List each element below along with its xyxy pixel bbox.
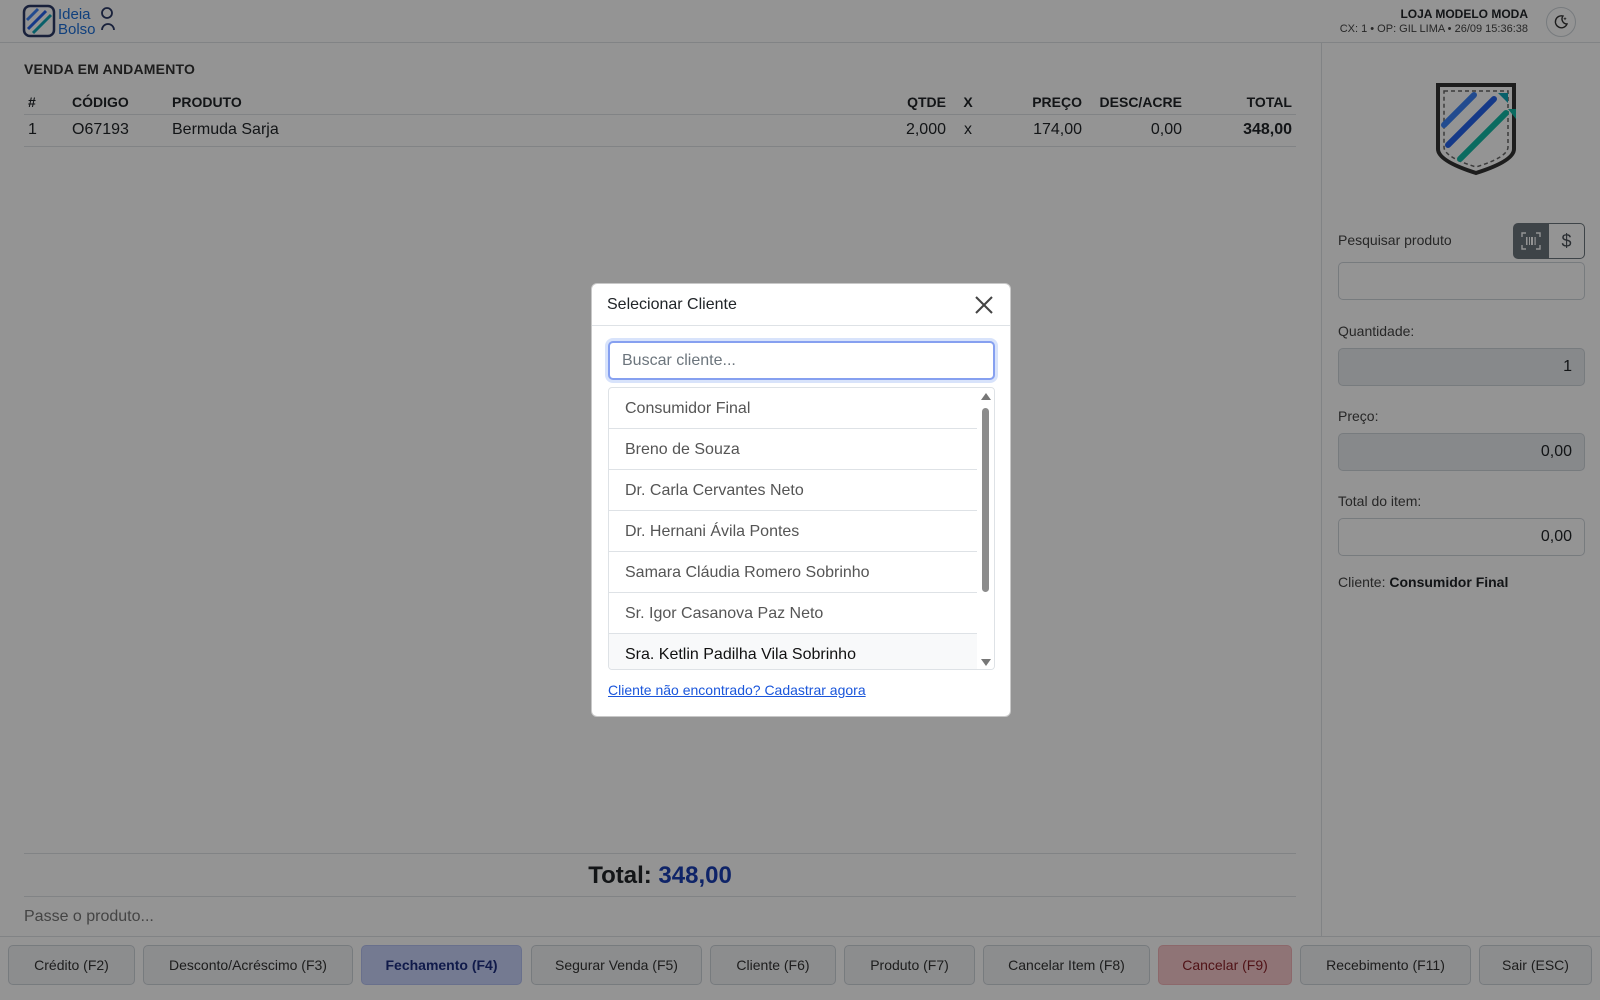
list-item[interactable]: Dr. Hernani Ávila Pontes bbox=[609, 511, 979, 552]
list-item[interactable]: Consumidor Final bbox=[609, 388, 979, 429]
list-item[interactable]: Breno de Souza bbox=[609, 429, 979, 470]
list-item[interactable]: Sra. Ketlin Padilha Vila Sobrinho bbox=[609, 634, 979, 669]
modal-title: Selecionar Cliente bbox=[607, 296, 737, 313]
list-item[interactable]: Sr. Igor Casanova Paz Neto bbox=[609, 593, 979, 634]
client-list-scrollbar[interactable] bbox=[977, 388, 994, 669]
list-item[interactable]: Dr. Carla Cervantes Neto bbox=[609, 470, 979, 511]
list-item[interactable]: Samara Cláudia Romero Sobrinho bbox=[609, 552, 979, 593]
client-list: Consumidor Final Breno de Souza Dr. Carl… bbox=[608, 387, 995, 670]
scrollbar-thumb[interactable] bbox=[982, 408, 989, 592]
scroll-up-icon[interactable] bbox=[981, 393, 991, 400]
close-icon bbox=[975, 296, 993, 314]
modal-header: Selecionar Cliente bbox=[592, 284, 1010, 326]
scroll-down-icon[interactable] bbox=[981, 659, 991, 666]
close-button[interactable] bbox=[973, 294, 995, 316]
select-client-modal: Selecionar Cliente Consumidor Final Bren… bbox=[591, 283, 1011, 717]
register-client-link[interactable]: Cliente não encontrado? Cadastrar agora bbox=[608, 682, 866, 698]
client-search-input[interactable] bbox=[608, 341, 995, 380]
